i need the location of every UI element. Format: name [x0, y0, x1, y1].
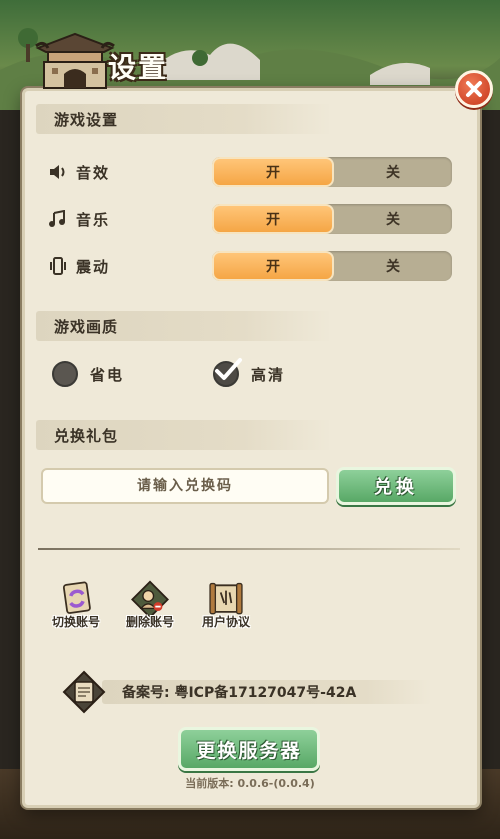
- sound-effects-label: 音效: [76, 163, 111, 182]
- castle-gate-icon: [35, 32, 115, 89]
- music-toggle[interactable]: 开 关: [212, 204, 452, 234]
- graphics-hd-option[interactable]: 高清: [213, 358, 286, 389]
- music-note-icon: [49, 210, 65, 227]
- sound-effects-row: 音效: [48, 157, 110, 187]
- redeem-code-input[interactable]: [41, 468, 329, 504]
- version-text: 当前版本: 0.0.6-(0.0.4): [185, 777, 315, 790]
- icp-row: 备案号: 粤ICP备17127047号-42A: [62, 670, 432, 714]
- page-title: 设置: [108, 51, 169, 84]
- radio-checked-icon: [213, 358, 242, 387]
- redeem-button[interactable]: 兑换: [336, 467, 456, 505]
- music-on-option[interactable]: 开: [212, 204, 334, 234]
- sound-effects-toggle[interactable]: 开 关: [212, 157, 452, 187]
- speaker-icon: [50, 165, 65, 179]
- divider: [38, 548, 460, 550]
- vibrate-icon: [50, 257, 66, 275]
- radio-unchecked-icon: [52, 361, 78, 387]
- user-agreement-button[interactable]: 用户协议: [196, 580, 256, 630]
- icp-text: 备案号: 粤ICP备17127047号-42A: [122, 685, 357, 701]
- power-saving-label: 省电: [90, 365, 125, 384]
- delete-account-label: 删除账号: [125, 615, 174, 629]
- user-agreement-label: 用户协议: [201, 615, 250, 629]
- section-gift: 兑换礼包: [36, 420, 332, 450]
- vibration-toggle[interactable]: 开 关: [212, 251, 452, 281]
- switch-account-label: 切换账号: [51, 615, 100, 629]
- vibration-row: 震动: [48, 251, 110, 281]
- graphics-power-saving-option[interactable]: 省电: [52, 359, 124, 389]
- music-label: 音乐: [76, 210, 111, 229]
- delete-account-button[interactable]: 删除账号: [120, 580, 180, 630]
- sound-effects-on-option[interactable]: 开: [212, 157, 334, 187]
- scroll-icon: [62, 670, 106, 714]
- switch-account-button[interactable]: 切换账号: [46, 580, 106, 630]
- sound-effects-off-option[interactable]: 关: [334, 157, 452, 187]
- section-game-settings: 游戏设置: [36, 104, 332, 134]
- section-graphics: 游戏画质: [36, 311, 332, 341]
- vibration-on-option[interactable]: 开: [212, 251, 334, 281]
- close-icon: [466, 81, 482, 97]
- hd-label: 高清: [251, 365, 286, 384]
- change-server-button[interactable]: 更换服务器: [178, 727, 320, 771]
- music-off-option[interactable]: 关: [334, 204, 452, 234]
- vibration-label: 震动: [76, 257, 111, 276]
- vibration-off-option[interactable]: 关: [334, 251, 452, 281]
- close-button[interactable]: [455, 70, 493, 108]
- music-row: 音乐: [48, 204, 110, 234]
